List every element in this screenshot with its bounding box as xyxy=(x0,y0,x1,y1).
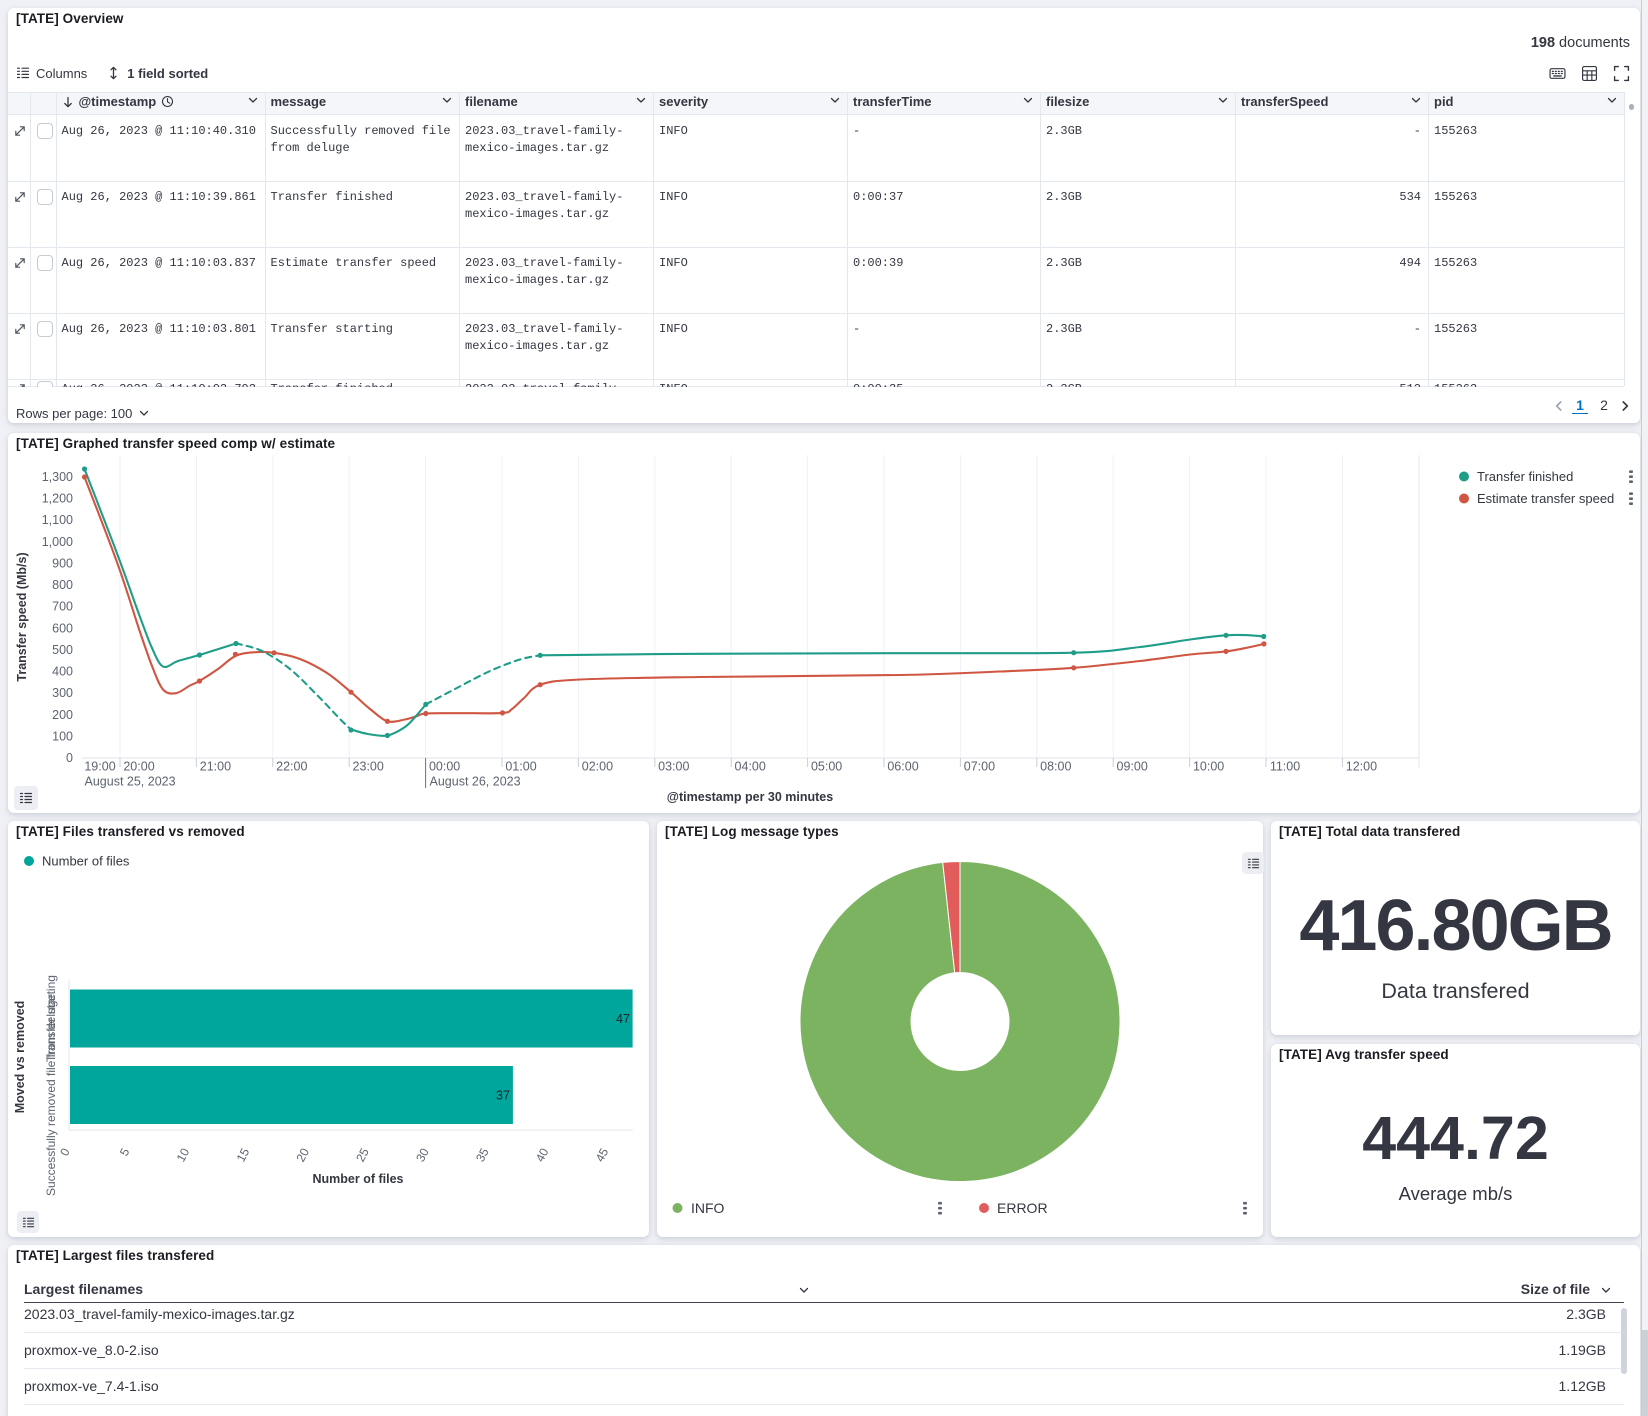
svg-text:10: 10 xyxy=(174,1146,193,1165)
svg-text:23:00: 23:00 xyxy=(353,760,384,774)
svg-text:August 25, 2023: August 25, 2023 xyxy=(85,775,176,789)
svg-text:37: 37 xyxy=(496,1089,510,1103)
svg-text:30: 30 xyxy=(413,1146,432,1165)
svg-text:0: 0 xyxy=(66,751,73,765)
svg-text:600: 600 xyxy=(52,621,73,635)
svg-text:02:00: 02:00 xyxy=(582,760,613,774)
svg-text:Estimate transfer speed: Estimate transfer speed xyxy=(1477,491,1614,506)
svg-text:0: 0 xyxy=(57,1146,73,1159)
svg-text:40: 40 xyxy=(533,1146,552,1165)
svg-text:200: 200 xyxy=(52,708,73,722)
svg-text:21:00: 21:00 xyxy=(200,760,231,774)
svg-text:Moved vs removed: Moved vs removed xyxy=(13,1001,27,1114)
svg-text:19:00: 19:00 xyxy=(84,760,115,774)
svg-text:07:00: 07:00 xyxy=(964,760,995,774)
svg-text:Successfully removed file from: Successfully removed file from deluge xyxy=(44,994,58,1196)
svg-text:1,100: 1,100 xyxy=(42,513,73,527)
svg-text:15: 15 xyxy=(234,1146,253,1165)
svg-text:1,200: 1,200 xyxy=(42,492,73,506)
svg-text:08:00: 08:00 xyxy=(1040,760,1071,774)
svg-text:06:00: 06:00 xyxy=(887,760,918,774)
svg-text:35: 35 xyxy=(473,1146,492,1165)
svg-text:900: 900 xyxy=(52,557,73,571)
svg-text:100: 100 xyxy=(52,729,73,743)
svg-text:25: 25 xyxy=(353,1146,372,1165)
svg-text:ERROR: ERROR xyxy=(997,1200,1048,1216)
svg-text:10:00: 10:00 xyxy=(1193,760,1224,774)
svg-text:11:00: 11:00 xyxy=(1270,760,1300,774)
svg-text:20:00: 20:00 xyxy=(123,760,154,774)
svg-text:August 26, 2023: August 26, 2023 xyxy=(430,775,521,789)
svg-text:04:00: 04:00 xyxy=(735,760,766,774)
svg-text:47: 47 xyxy=(616,1012,630,1026)
svg-text:500: 500 xyxy=(52,643,73,657)
svg-text:45: 45 xyxy=(593,1146,612,1165)
svg-text:Transfer speed (Mb/s): Transfer speed (Mb/s) xyxy=(15,552,29,681)
svg-text:Number of files: Number of files xyxy=(42,854,130,869)
svg-text:300: 300 xyxy=(52,686,73,700)
svg-text:03:00: 03:00 xyxy=(658,760,689,774)
svg-text:00:00: 00:00 xyxy=(429,760,460,774)
svg-text:1,000: 1,000 xyxy=(42,535,73,549)
svg-text:20: 20 xyxy=(293,1146,312,1165)
svg-text:1,300: 1,300 xyxy=(42,470,73,484)
svg-text:05:00: 05:00 xyxy=(811,760,842,774)
svg-text:01:00: 01:00 xyxy=(505,760,536,774)
svg-text:@timestamp per 30 minutes: @timestamp per 30 minutes xyxy=(667,790,833,804)
svg-text:700: 700 xyxy=(52,600,73,614)
svg-text:09:00: 09:00 xyxy=(1117,760,1148,774)
svg-text:Number of files: Number of files xyxy=(313,1172,404,1186)
svg-text:Transfer finished: Transfer finished xyxy=(1477,469,1573,484)
svg-text:22:00: 22:00 xyxy=(276,760,307,774)
svg-text:400: 400 xyxy=(52,665,73,679)
svg-text:5: 5 xyxy=(117,1146,133,1159)
svg-text:12:00: 12:00 xyxy=(1346,760,1377,774)
svg-text:800: 800 xyxy=(52,578,73,592)
svg-text:INFO: INFO xyxy=(691,1200,725,1216)
